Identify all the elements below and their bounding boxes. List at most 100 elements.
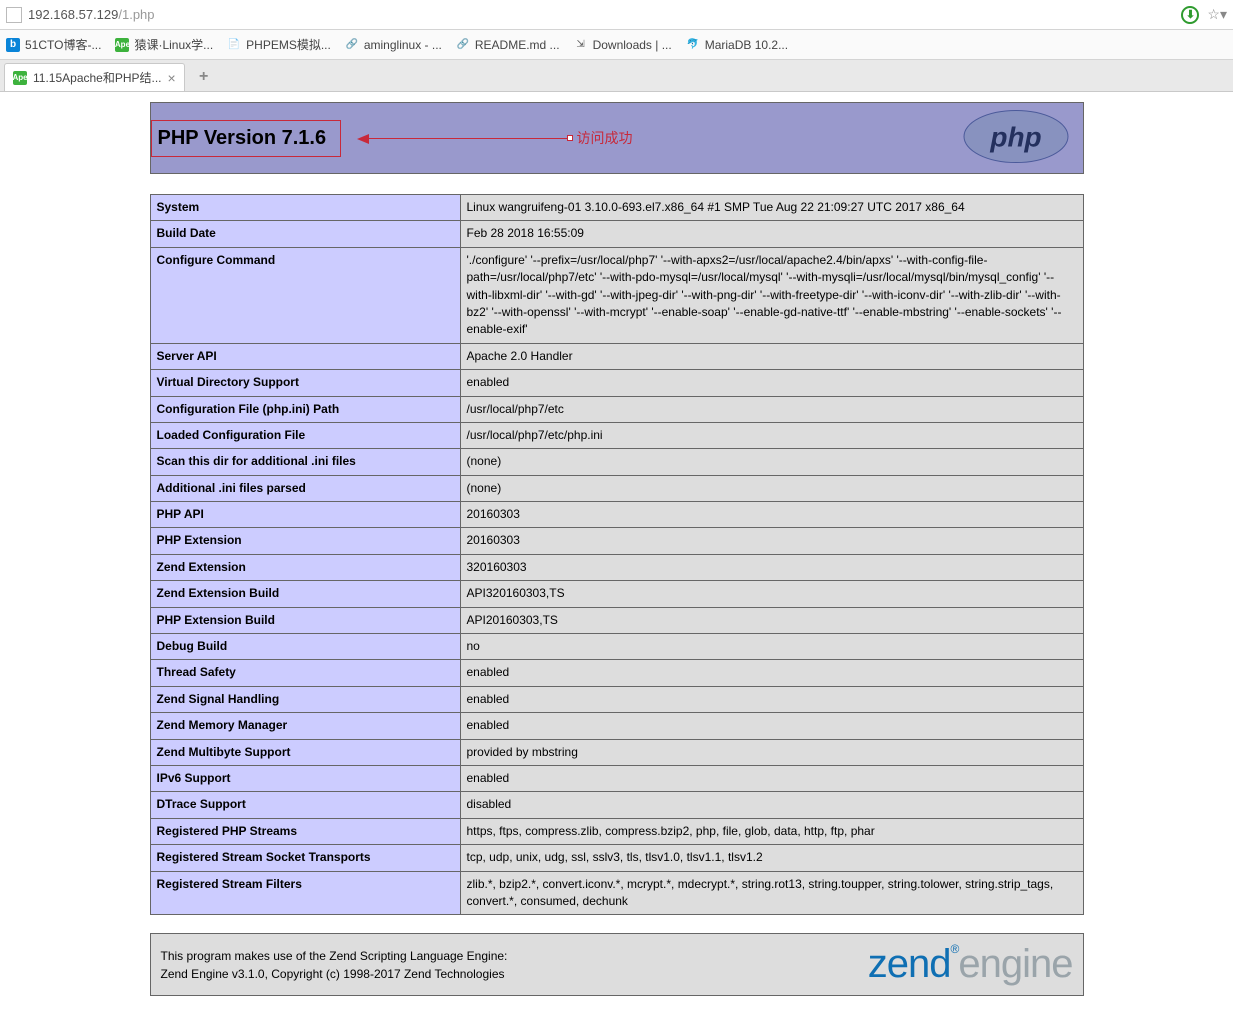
phpinfo-header: PHP Version 7.1.6 访问成功 php bbox=[150, 102, 1084, 174]
table-value: enabled bbox=[460, 713, 1083, 739]
table-row: Configure Command'./configure' '--prefix… bbox=[150, 247, 1083, 343]
table-row: IPv6 Supportenabled bbox=[150, 765, 1083, 791]
zend-logo-icon: zend®engine bbox=[868, 942, 1073, 987]
table-value: Apache 2.0 Handler bbox=[460, 343, 1083, 369]
page-content: PHP Version 7.1.6 访问成功 php SystemLinux w… bbox=[0, 92, 1233, 1016]
table-key: Server API bbox=[150, 343, 460, 369]
table-key: DTrace Support bbox=[150, 792, 460, 818]
table-value: /usr/local/php7/etc/php.ini bbox=[460, 422, 1083, 448]
table-row: Additional .ini files parsed(none) bbox=[150, 475, 1083, 501]
table-row: Zend Extension BuildAPI320160303,TS bbox=[150, 581, 1083, 607]
table-row: Zend Memory Managerenabled bbox=[150, 713, 1083, 739]
svg-text:php: php bbox=[989, 122, 1041, 153]
table-row: PHP Extension BuildAPI20160303,TS bbox=[150, 607, 1083, 633]
table-row: Thread Safetyenabled bbox=[150, 660, 1083, 686]
php-version-highlight: PHP Version 7.1.6 bbox=[151, 120, 342, 157]
table-value: Linux wangruifeng-01 3.10.0-693.el7.x86_… bbox=[460, 195, 1083, 221]
php-logo-icon: php bbox=[961, 109, 1071, 168]
page-icon bbox=[6, 7, 22, 23]
php-version-title: PHP Version 7.1.6 bbox=[158, 127, 327, 150]
table-value: 20160303 bbox=[460, 502, 1083, 528]
table-key: Zend Extension Build bbox=[150, 581, 460, 607]
table-value: 320160303 bbox=[460, 554, 1083, 580]
table-value: /usr/local/php7/etc bbox=[460, 396, 1083, 422]
bookmark-item[interactable]: 🔗aminglinux - ... bbox=[345, 38, 442, 52]
table-key: Zend Extension bbox=[150, 554, 460, 580]
table-value: 20160303 bbox=[460, 528, 1083, 554]
bookmark-item[interactable]: Ape猿课·Linux学... bbox=[115, 36, 213, 53]
table-key: Scan this dir for additional .ini files bbox=[150, 449, 460, 475]
table-row: DTrace Supportdisabled bbox=[150, 792, 1083, 818]
table-key: Thread Safety bbox=[150, 660, 460, 686]
address-path: /1.php bbox=[118, 7, 154, 22]
table-key: Zend Signal Handling bbox=[150, 686, 460, 712]
table-key: Zend Memory Manager bbox=[150, 713, 460, 739]
tab-title: 11.15Apache和PHP结... bbox=[33, 69, 162, 86]
table-key: Configure Command bbox=[150, 247, 460, 343]
table-row: Zend Extension320160303 bbox=[150, 554, 1083, 580]
table-row: Registered Stream Socket Transportstcp, … bbox=[150, 845, 1083, 871]
zend-engine-text: This program makes use of the Zend Scrip… bbox=[161, 947, 858, 983]
tab-active[interactable]: Ape 11.15Apache和PHP结... × bbox=[4, 63, 185, 91]
table-key: Virtual Directory Support bbox=[150, 370, 460, 396]
annotation-arrow: 访问成功 bbox=[369, 128, 633, 148]
table-key: Configuration File (php.ini) Path bbox=[150, 396, 460, 422]
table-key: Registered Stream Filters bbox=[150, 871, 460, 915]
table-row: Registered Stream Filterszlib.*, bzip2.*… bbox=[150, 871, 1083, 915]
annotation-text: 访问成功 bbox=[577, 128, 633, 148]
table-row: Zend Multibyte Supportprovided by mbstri… bbox=[150, 739, 1083, 765]
table-value: zlib.*, bzip2.*, convert.iconv.*, mcrypt… bbox=[460, 871, 1083, 915]
bookmark-item[interactable]: b51CTO博客-... bbox=[6, 36, 101, 53]
table-key: IPv6 Support bbox=[150, 765, 460, 791]
table-row: Zend Signal Handlingenabled bbox=[150, 686, 1083, 712]
table-row: Debug Buildno bbox=[150, 634, 1083, 660]
table-key: PHP API bbox=[150, 502, 460, 528]
table-key: Loaded Configuration File bbox=[150, 422, 460, 448]
tab-close-icon[interactable]: × bbox=[168, 71, 176, 85]
table-row: Configuration File (php.ini) Path/usr/lo… bbox=[150, 396, 1083, 422]
table-value: (none) bbox=[460, 475, 1083, 501]
address-host: 192.168.57.129 bbox=[28, 7, 118, 22]
table-value: enabled bbox=[460, 660, 1083, 686]
bookmark-item[interactable]: 📄PHPEMS模拟... bbox=[227, 36, 331, 53]
table-key: System bbox=[150, 195, 460, 221]
table-key: Additional .ini files parsed bbox=[150, 475, 460, 501]
table-value: API320160303,TS bbox=[460, 581, 1083, 607]
table-value: enabled bbox=[460, 370, 1083, 396]
bookmark-star-icon[interactable]: ☆▾ bbox=[1207, 6, 1227, 23]
table-value: (none) bbox=[460, 449, 1083, 475]
table-value: './configure' '--prefix=/usr/local/php7'… bbox=[460, 247, 1083, 343]
table-value: tcp, udp, unix, udg, ssl, sslv3, tls, tl… bbox=[460, 845, 1083, 871]
table-key: Build Date bbox=[150, 221, 460, 247]
table-key: Debug Build bbox=[150, 634, 460, 660]
table-row: SystemLinux wangruifeng-01 3.10.0-693.el… bbox=[150, 195, 1083, 221]
table-key: PHP Extension bbox=[150, 528, 460, 554]
tab-favicon-icon: Ape bbox=[13, 71, 27, 85]
new-tab-button[interactable]: + bbox=[191, 66, 217, 88]
table-value: Feb 28 2018 16:55:09 bbox=[460, 221, 1083, 247]
phpinfo-table: SystemLinux wangruifeng-01 3.10.0-693.el… bbox=[150, 194, 1084, 915]
table-value: enabled bbox=[460, 765, 1083, 791]
bookmark-item[interactable]: 🔗README.md ... bbox=[456, 38, 560, 52]
table-value: no bbox=[460, 634, 1083, 660]
table-value: API20160303,TS bbox=[460, 607, 1083, 633]
table-key: Zend Multibyte Support bbox=[150, 739, 460, 765]
table-row: Server APIApache 2.0 Handler bbox=[150, 343, 1083, 369]
bookmark-item[interactable]: 🐬MariaDB 10.2... bbox=[686, 38, 788, 52]
bookmarks-bar: b51CTO博客-... Ape猿课·Linux学... 📄PHPEMS模拟..… bbox=[0, 30, 1233, 60]
bookmark-item[interactable]: ⇲Downloads | ... bbox=[574, 38, 672, 52]
table-row: Scan this dir for additional .ini files(… bbox=[150, 449, 1083, 475]
security-icon[interactable]: ⬇ bbox=[1181, 6, 1199, 24]
table-row: Virtual Directory Supportenabled bbox=[150, 370, 1083, 396]
table-row: Registered PHP Streamshttps, ftps, compr… bbox=[150, 818, 1083, 844]
table-value: disabled bbox=[460, 792, 1083, 818]
table-row: Loaded Configuration File/usr/local/php7… bbox=[150, 422, 1083, 448]
table-key: PHP Extension Build bbox=[150, 607, 460, 633]
table-value: provided by mbstring bbox=[460, 739, 1083, 765]
table-row: PHP API20160303 bbox=[150, 502, 1083, 528]
table-row: Build DateFeb 28 2018 16:55:09 bbox=[150, 221, 1083, 247]
address-url[interactable]: 192.168.57.129/1.php bbox=[28, 7, 1181, 22]
table-value: https, ftps, compress.zlib, compress.bzi… bbox=[460, 818, 1083, 844]
address-bar: 192.168.57.129/1.php ⬇ ☆▾ bbox=[0, 0, 1233, 30]
tabs-row: Ape 11.15Apache和PHP结... × + bbox=[0, 60, 1233, 92]
